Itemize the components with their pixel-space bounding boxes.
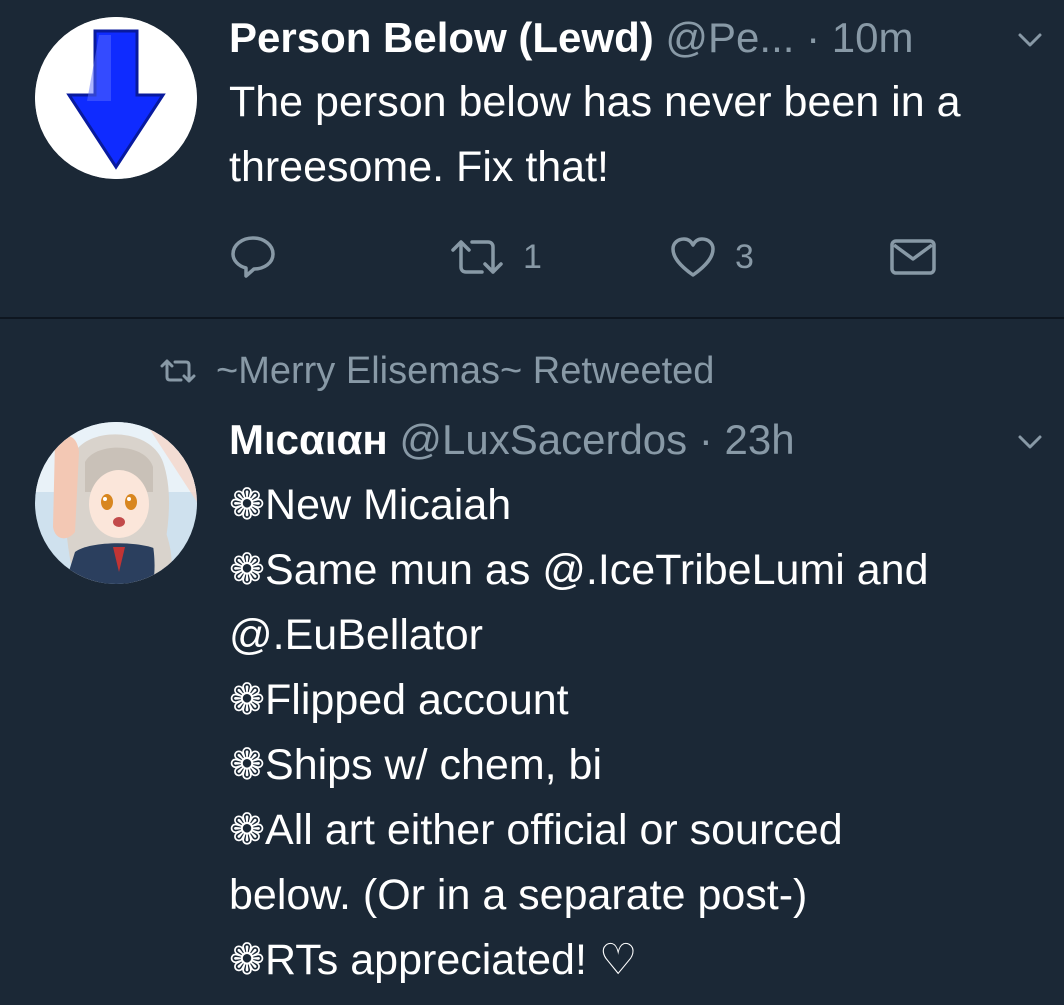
timestamp[interactable]: 10m: [832, 14, 914, 61]
tweet-text-line: ❁RTs appreciated! ♡: [229, 936, 638, 984]
like-button[interactable]: 3: [669, 232, 754, 282]
retweet-icon: [451, 240, 503, 274]
retweet-context: ~Merry Elisemas~ Retweeted: [160, 347, 714, 395]
tweet-text: ❁New Micaiah ❁Same mun as @.IceTribeLumi…: [229, 473, 1049, 993]
display-name[interactable]: Mιcαιαн: [229, 416, 388, 463]
tweet-text: The person below has never been in a thr…: [229, 78, 961, 191]
reply-button[interactable]: [229, 232, 277, 282]
handle[interactable]: @LuxSacerdos: [399, 416, 687, 463]
tweet-header: Person Below (Lewd) @Pe... · 10m: [229, 14, 1044, 62]
tweet-text-line: ❁New Micaiah: [229, 481, 512, 529]
tweet-text-line: ❁Ships w/ chem, bi: [229, 741, 602, 789]
tweet-text-line: ❁All art either official or sourced: [229, 806, 843, 854]
reply-icon: [231, 236, 275, 278]
envelope-icon: [890, 239, 936, 275]
action-bar: 1 3: [229, 232, 989, 282]
avatar[interactable]: [35, 422, 197, 584]
separator: ·: [806, 14, 821, 61]
retweet-context-text[interactable]: ~Merry Elisemas~ Retweeted: [216, 350, 714, 393]
direct-message-button[interactable]: [889, 232, 937, 282]
retweet-count: 1: [523, 237, 542, 276]
tweet[interactable]: Person Below (Lewd) @Pe... · 10m The per…: [0, 0, 1064, 319]
chevron-down-icon[interactable]: [1016, 26, 1044, 54]
tweet-text-line: below. (Or in a separate post-): [229, 871, 808, 919]
separator: ·: [698, 416, 713, 463]
retweet-button[interactable]: 1: [449, 232, 542, 282]
down-arrow-avatar-icon: [35, 17, 197, 179]
display-name[interactable]: Person Below (Lewd): [229, 14, 654, 61]
heart-icon: [671, 237, 715, 277]
tweet[interactable]: ~Merry Elisemas~ Retweeted Mιcαιαн @LuxS…: [0, 319, 1064, 1005]
tweet-text-line: ❁Flipped account: [229, 676, 569, 724]
avatar[interactable]: [35, 17, 197, 179]
tweet-text-line: ❁Same mun as @.IceTribeLumi and: [229, 546, 929, 594]
retweet-icon: [160, 359, 196, 383]
tweet-header: Mιcαιαн @LuxSacerdos · 23h: [229, 416, 1044, 464]
tweet-text-line: @.EuBellator: [229, 611, 483, 659]
like-count: 3: [735, 237, 754, 276]
chevron-down-icon[interactable]: [1016, 428, 1044, 456]
timestamp[interactable]: 23h: [725, 416, 795, 463]
handle[interactable]: @Pe...: [665, 14, 794, 61]
anime-girl-avatar-icon: [35, 422, 197, 584]
